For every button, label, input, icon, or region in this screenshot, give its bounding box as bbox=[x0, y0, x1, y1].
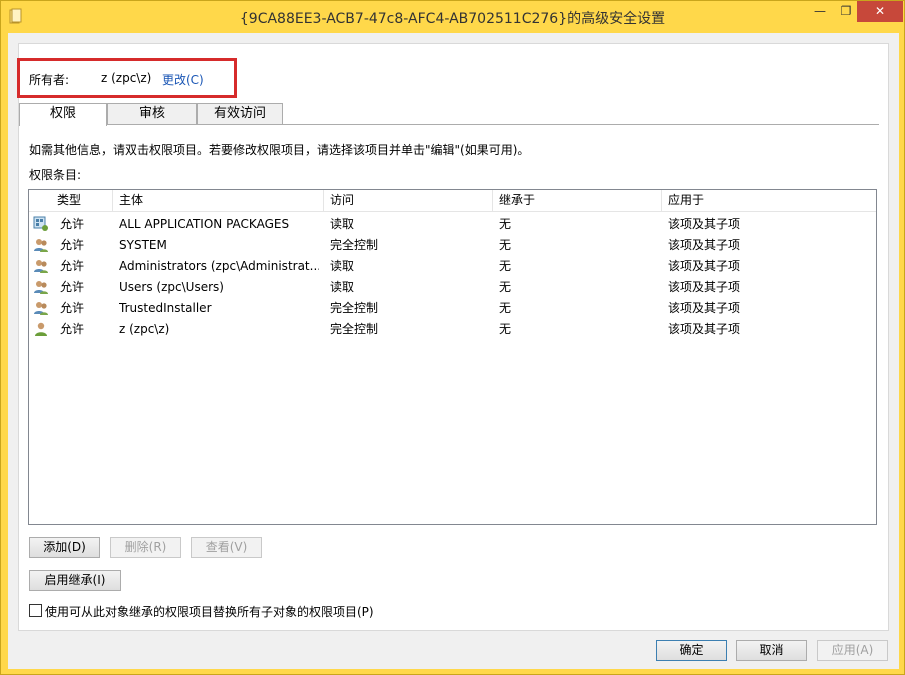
cell-applies-to: 该项及其子项 bbox=[668, 280, 741, 294]
app-packages-icon bbox=[33, 216, 48, 231]
table-row[interactable]: 允许 ALL APPLICATION PACKAGES 读取 无 该项及其子项 bbox=[29, 214, 876, 235]
column-header-principal[interactable]: 主体 bbox=[113, 190, 324, 212]
owner-label: 所有者: bbox=[29, 73, 70, 87]
cell-type: 允许 bbox=[60, 301, 85, 315]
cell-access: 读取 bbox=[330, 217, 355, 231]
column-header-applies-to[interactable]: 应用于 bbox=[662, 190, 876, 212]
apply-button[interactable]: 应用(A) bbox=[817, 640, 888, 661]
table-row[interactable]: 允许 z (zpc\z) 完全控制 无 该项及其子项 bbox=[29, 319, 876, 340]
cell-applies-to: 该项及其子项 bbox=[668, 322, 741, 336]
table-row[interactable]: 允许 Administrators (zpc\Administrat... 读取… bbox=[29, 256, 876, 277]
tab-effective-access[interactable]: 有效访问 bbox=[197, 103, 283, 125]
window-title: {9CA88EE3-ACB7-47c8-AFC4-AB702511C276}的高… bbox=[239, 11, 666, 27]
cell-type: 允许 bbox=[60, 280, 85, 294]
entries-label: 权限条目: bbox=[29, 168, 82, 182]
table-row[interactable]: 允许 SYSTEM 完全控制 无 该项及其子项 bbox=[29, 235, 876, 256]
cell-access: 读取 bbox=[330, 280, 355, 294]
minimize-button[interactable]: — bbox=[807, 1, 833, 22]
replace-child-permissions-checkbox[interactable] bbox=[29, 604, 42, 617]
cell-access: 完全控制 bbox=[330, 322, 379, 336]
security-settings-window: {9CA88EE3-ACB7-47c8-AFC4-AB702511C276}的高… bbox=[0, 0, 905, 675]
group-icon bbox=[34, 281, 48, 294]
cell-type: 允许 bbox=[60, 259, 85, 273]
cell-principal: SYSTEM bbox=[119, 238, 167, 252]
title-bar[interactable]: {9CA88EE3-ACB7-47c8-AFC4-AB702511C276}的高… bbox=[1, 1, 904, 33]
cell-inherited-from: 无 bbox=[499, 301, 512, 315]
replace-child-permissions-label[interactable]: 使用可从此对象继承的权限项目替换所有子对象的权限项目(P) bbox=[45, 603, 374, 620]
change-owner-link[interactable]: 更改(C) bbox=[162, 71, 204, 88]
maximize-button[interactable]: ❐ bbox=[833, 1, 859, 22]
group-icon bbox=[34, 260, 48, 273]
cell-principal: z (zpc\z) bbox=[119, 322, 170, 336]
remove-button[interactable]: 删除(R) bbox=[110, 537, 181, 558]
cell-type: 允许 bbox=[60, 322, 85, 336]
cell-access: 完全控制 bbox=[330, 238, 379, 252]
cell-inherited-from: 无 bbox=[499, 238, 512, 252]
cell-applies-to: 该项及其子项 bbox=[668, 217, 741, 231]
ok-button[interactable]: 确定 bbox=[656, 640, 727, 661]
cell-access: 读取 bbox=[330, 259, 355, 273]
info-text: 如需其他信息，请双击权限项目。若要修改权限项目，请选择该项目并单击"编辑"(如果… bbox=[29, 143, 530, 157]
cell-applies-to: 该项及其子项 bbox=[668, 259, 741, 273]
view-button[interactable]: 查看(V) bbox=[191, 537, 262, 558]
group-icon bbox=[34, 239, 48, 252]
column-header-access[interactable]: 访问 bbox=[324, 190, 493, 212]
enable-inheritance-button[interactable]: 启用继承(I) bbox=[29, 570, 121, 591]
add-button[interactable]: 添加(D) bbox=[29, 537, 100, 558]
user-icon bbox=[35, 322, 47, 336]
cell-inherited-from: 无 bbox=[499, 259, 512, 273]
cell-inherited-from: 无 bbox=[499, 217, 512, 231]
cell-principal: Users (zpc\Users) bbox=[119, 280, 224, 294]
cell-applies-to: 该项及其子项 bbox=[668, 238, 741, 252]
tab-divider bbox=[19, 124, 879, 125]
column-header-inherited-from[interactable]: 继承于 bbox=[493, 190, 662, 212]
tab-permissions[interactable]: 权限 bbox=[19, 103, 107, 126]
list-header: 类型 主体 访问 继承于 应用于 bbox=[29, 190, 876, 212]
cell-applies-to: 该项及其子项 bbox=[668, 301, 741, 315]
column-header-type[interactable]: 类型 bbox=[51, 190, 113, 212]
cell-type: 允许 bbox=[60, 238, 85, 252]
table-row[interactable]: 允许 TrustedInstaller 完全控制 无 该项及其子项 bbox=[29, 298, 876, 319]
cell-principal: ALL APPLICATION PACKAGES bbox=[119, 217, 290, 231]
cell-access: 完全控制 bbox=[330, 301, 379, 315]
group-icon bbox=[34, 302, 48, 315]
cell-principal: Administrators (zpc\Administrat... bbox=[119, 259, 319, 273]
cell-type: 允许 bbox=[60, 217, 85, 231]
table-row[interactable]: 允许 Users (zpc\Users) 读取 无 该项及其子项 bbox=[29, 277, 876, 298]
close-button[interactable]: ✕ bbox=[857, 1, 903, 22]
permission-entries-list[interactable]: 类型 主体 访问 继承于 应用于 允许 ALL APPLICATION PACK… bbox=[28, 189, 877, 525]
cell-principal: TrustedInstaller bbox=[119, 301, 212, 315]
cell-inherited-from: 无 bbox=[499, 280, 512, 294]
cancel-button[interactable]: 取消 bbox=[736, 640, 807, 661]
tab-auditing[interactable]: 审核 bbox=[107, 103, 197, 125]
cell-inherited-from: 无 bbox=[499, 322, 512, 336]
dialog-client: 所有者: z (zpc\z) 更改(C) 权限 审核 有效访问 如需其他信息，请… bbox=[8, 33, 899, 669]
owner-value: z (zpc\z) bbox=[101, 71, 152, 85]
